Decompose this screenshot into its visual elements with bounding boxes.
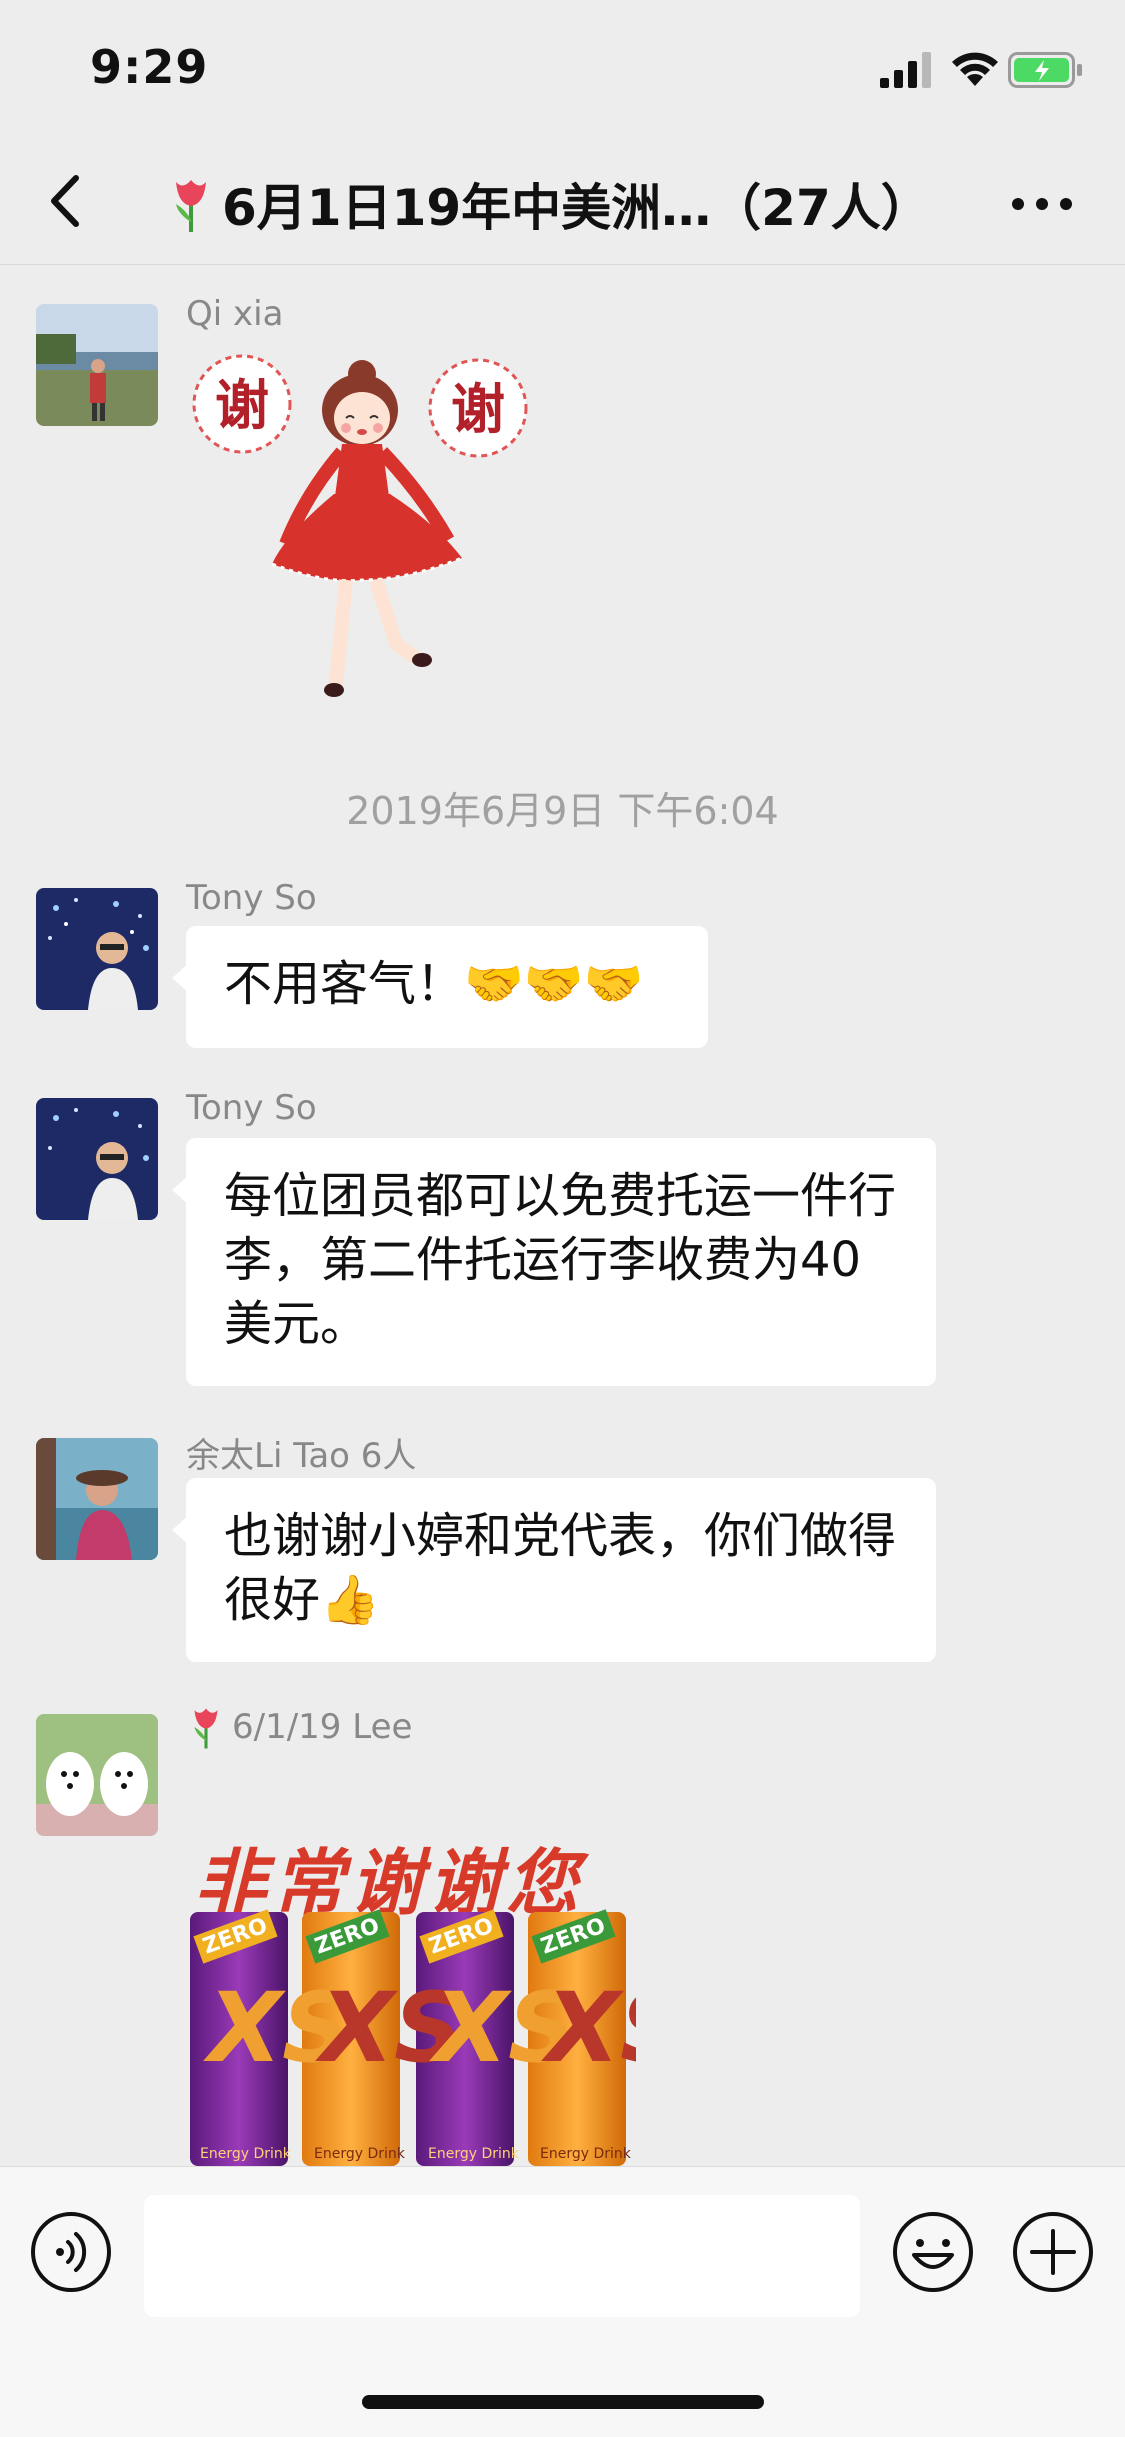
- chat-title-container[interactable]: 6月1日19年中美洲…（27人）: [166, 168, 931, 240]
- sender-name-text: 6/1/19 Lee: [232, 1707, 413, 1747]
- sticker-text-left: 谢: [215, 374, 269, 437]
- girl-thanks-sticker: 谢 谢: [192, 354, 528, 697]
- can-subtitle: Energy Drink: [314, 2146, 405, 2162]
- sender-name: Qi xia: [186, 294, 284, 334]
- avatar-woman-boat-photo: [36, 1438, 158, 1560]
- message-bubble[interactable]: 每位团员都可以免费托运一件行李，第二件托运行李收费为40美元。: [172, 1138, 936, 1386]
- avatar-man-lights-photo: [36, 1098, 158, 1220]
- back-button[interactable]: [36, 166, 96, 236]
- sticker-message[interactable]: 谢 谢: [186, 344, 546, 714]
- home-indicator[interactable]: [362, 2395, 764, 2409]
- can-subtitle: Energy Drink: [428, 2146, 519, 2162]
- status-time: 9:29: [90, 40, 209, 94]
- avatar[interactable]: [36, 1098, 158, 1220]
- input-bar: [0, 2166, 1125, 2437]
- chat-header: 6月1日19年中美洲…（27人）: [0, 140, 1125, 265]
- wifi-icon: [952, 52, 998, 86]
- sender-name: 6/1/19 Lee: [186, 1704, 412, 1750]
- can-label: XS: [546, 1972, 636, 2084]
- avatar[interactable]: [36, 1714, 158, 1836]
- avatar[interactable]: [36, 1438, 158, 1560]
- can-subtitle: Energy Drink: [200, 2146, 291, 2162]
- sender-name: 余太Li Tao 6人: [186, 1436, 417, 1476]
- tulip-icon: [194, 1708, 218, 1749]
- status-bar: 9:29: [0, 0, 1125, 140]
- sender-name: Tony So: [186, 1088, 317, 1128]
- chat-timestamp: 2019年6月9日 下午6:04: [346, 789, 779, 833]
- message-bubble[interactable]: 也谢谢小婷和党代表，你们做得很好👍: [172, 1478, 936, 1662]
- tulip-icon: [176, 180, 206, 232]
- message-bubble[interactable]: 不用客气！🤝🤝🤝: [172, 926, 708, 1048]
- avatar[interactable]: [36, 304, 158, 426]
- sender-name: Tony So: [186, 878, 317, 918]
- avatar-landscape-photo: [36, 304, 158, 426]
- avatar-man-lights-photo: [36, 888, 158, 1010]
- message-input[interactable]: [144, 2195, 860, 2317]
- avatar-two-puppies-photo: [36, 1714, 158, 1836]
- can-subtitle: Energy Drink: [540, 2146, 631, 2162]
- chat-title: 6月1日19年中美洲…（27人）: [222, 179, 931, 237]
- cellular-signal-icon: [880, 52, 931, 88]
- emoji-icon[interactable]: [892, 2211, 974, 2293]
- battery-icon: [1008, 52, 1082, 88]
- image-message[interactable]: 非常谢谢您 XS XS XS XS ZERO ZERO ZERO ZERO En…: [186, 1822, 636, 2166]
- plus-icon[interactable]: [1012, 2211, 1094, 2293]
- avatar[interactable]: [36, 888, 158, 1010]
- sticker-text-right: 谢: [451, 378, 505, 441]
- more-horizontal-icon[interactable]: [1010, 192, 1074, 216]
- voice-icon[interactable]: [30, 2211, 112, 2293]
